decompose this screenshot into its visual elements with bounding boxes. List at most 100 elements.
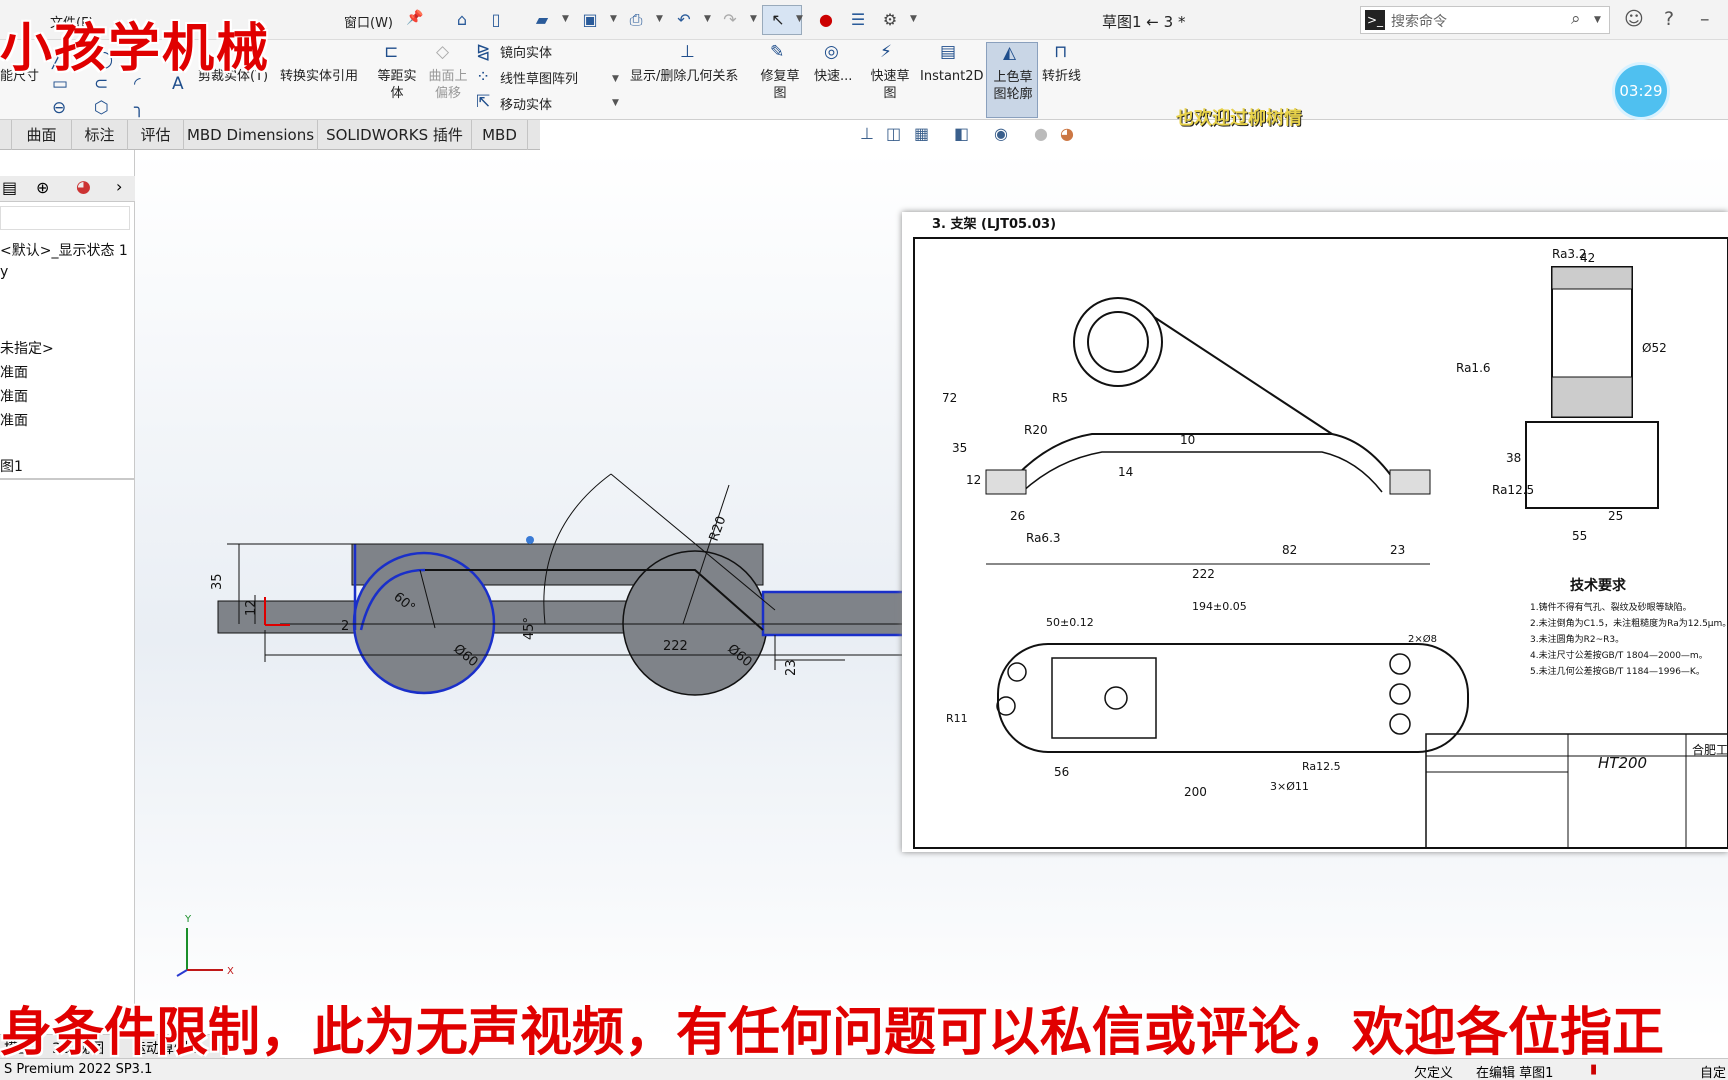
linear-pattern-icon: ⁘ — [476, 67, 491, 87]
rollback-bar[interactable] — [0, 478, 135, 480]
search-dropdown-icon[interactable]: ▼ — [1594, 15, 1601, 25]
repair-sketch-button[interactable]: 修复草图 — [756, 68, 804, 102]
svg-text:X: X — [227, 966, 234, 977]
appearance-icon[interactable]: ● — [1034, 124, 1048, 143]
open-dropdown-icon[interactable]: ▼ — [562, 14, 569, 24]
jog-line-icon: ⊓ — [1054, 42, 1068, 62]
scene-icon[interactable]: ◕ — [1060, 124, 1074, 143]
tab-evaluate[interactable]: 评估 — [128, 120, 184, 150]
fillet-icon[interactable]: ╮ — [134, 98, 144, 118]
ref-dim-35: 35 — [952, 441, 967, 455]
dim-222[interactable]: 222 — [663, 639, 688, 654]
print-icon[interactable]: ⎙ — [624, 8, 648, 32]
ref-hole-2x8: 2×Ø8 — [1408, 633, 1437, 645]
view-orientation-icon[interactable]: ⊥ — [860, 124, 874, 143]
search-input[interactable]: 搜索命令 — [1391, 11, 1447, 31]
minimize-icon[interactable]: – — [1700, 8, 1710, 30]
tab-surface[interactable]: 曲面 — [12, 120, 72, 150]
display-delete-relations-button[interactable]: 显示/删除几何关系 — [630, 68, 738, 85]
offset-on-surface-button[interactable]: 曲面上偏移 — [424, 68, 472, 102]
ref-ra16: Ra1.6 — [1456, 361, 1491, 375]
menu-window[interactable]: 窗口(W) — [344, 12, 393, 31]
options-gear-icon[interactable]: ⚙ — [878, 8, 902, 32]
ref-dim-10: 10 — [1180, 433, 1195, 447]
help-icon[interactable]: ? — [1664, 8, 1674, 30]
redo-icon[interactable]: ↷ — [718, 8, 742, 32]
ref-r5: R5 — [1052, 391, 1068, 405]
home-icon[interactable]: ⌂ — [450, 8, 474, 32]
panel-expand-icon[interactable]: › — [116, 177, 122, 196]
tab-sketch-partial[interactable] — [0, 120, 12, 150]
dim-23[interactable]: 23 — [784, 659, 799, 676]
dim-r2[interactable]: 2 — [341, 619, 349, 634]
display-style-icon[interactable]: ◧ — [954, 124, 969, 143]
tree-filter-box[interactable] — [0, 206, 130, 230]
tab-mbd[interactable]: MBD — [472, 120, 528, 150]
select-dropdown-icon[interactable]: ▼ — [796, 14, 803, 24]
quick-snaps-button[interactable]: 快速... — [814, 68, 852, 85]
rapid-sketch-button[interactable]: 快速草图 — [866, 68, 914, 102]
tree-material[interactable]: 未指定> — [0, 338, 54, 358]
section-view-icon[interactable]: ▦ — [914, 124, 929, 143]
new-document-icon[interactable]: ▯ — [484, 8, 508, 32]
polygon-icon[interactable]: ⬡ — [94, 98, 109, 118]
feature-manager-panel: ▤ ⊕ ◕ › <默认>_显示状态 1 y 未指定> 准面 准面 准面 图1 — [0, 150, 135, 1040]
instant2d-button[interactable]: Instant2D — [920, 68, 984, 85]
options-dropdown-icon[interactable]: ▼ — [910, 14, 917, 24]
search-icon[interactable]: ⌕ — [1571, 9, 1581, 29]
previous-view-icon[interactable]: ◫ — [886, 124, 901, 143]
tree-top-plane[interactable]: 准面 — [0, 386, 28, 406]
shaded-sketch-contours-button[interactable]: ◭ 上色草图轮廓 — [986, 42, 1038, 118]
offset-entities-button[interactable]: 等距实体 — [372, 68, 422, 102]
move-handle-icon[interactable] — [526, 536, 534, 544]
shaded-contours-icon: ◭ — [1003, 43, 1017, 63]
redo-dropdown-icon[interactable]: ▼ — [750, 14, 757, 24]
config-manager-icon[interactable]: ▤ — [2, 178, 17, 197]
command-search[interactable]: >_ 搜索命令 ⌕ ▼ — [1360, 6, 1610, 34]
tab-solidworks-addins[interactable]: SOLIDWORKS 插件 — [318, 120, 472, 150]
tree-history[interactable]: y — [0, 264, 8, 280]
dimxpert-icon[interactable]: ⊕ — [36, 178, 49, 197]
convert-entities-button[interactable]: 转换实体引用 — [280, 68, 358, 85]
relations-icon: ⊥ — [680, 42, 695, 62]
file-properties-icon[interactable]: ☰ — [846, 8, 870, 32]
dim-35[interactable]: 35 — [210, 573, 225, 590]
hide-show-icon[interactable]: ◉ — [994, 124, 1008, 143]
ref-tech-3: 3.未注圆角为R2~R3。 — [1530, 633, 1624, 645]
display-manager-icon[interactable]: ◕ — [76, 177, 91, 197]
pin-icon[interactable]: 📌 — [406, 10, 423, 26]
tree-sketch1[interactable]: 图1 — [0, 456, 23, 476]
save-dropdown-icon[interactable]: ▼ — [610, 14, 617, 24]
tab-mbd-dimensions[interactable]: MBD Dimensions — [184, 120, 318, 150]
linear-sketch-pattern-button[interactable]: 线性草图阵列 — [500, 71, 578, 88]
dim-12[interactable]: 12 — [244, 599, 259, 616]
tree-front-plane[interactable]: 准面 — [0, 362, 28, 382]
user-account-icon[interactable]: ☺ — [1624, 8, 1644, 30]
jog-line-button[interactable]: 转折线 — [1042, 68, 1081, 85]
mirror-icon: ⧎ — [476, 42, 491, 62]
mirror-entities-button[interactable]: 镜向实体 — [500, 45, 552, 62]
undo-dropdown-icon[interactable]: ▼ — [704, 14, 711, 24]
tree-right-plane[interactable]: 准面 — [0, 410, 28, 430]
undo-icon[interactable]: ↶ — [672, 8, 696, 32]
ref-dim-12: 12 — [966, 473, 981, 487]
ref-ra125-b: Ra12.5 — [1302, 760, 1341, 773]
print-dropdown-icon[interactable]: ▼ — [656, 14, 663, 24]
panel-tab-strip: ▤ ⊕ ◕ › — [0, 176, 135, 202]
move-dropdown-icon[interactable]: ▼ — [612, 98, 619, 108]
rebuild-icon[interactable]: ● — [814, 8, 838, 32]
open-folder-icon[interactable]: ▰ — [530, 8, 554, 32]
video-caption: 也欢迎过柳树情 — [1176, 108, 1302, 129]
tab-markup[interactable]: 标注 — [72, 120, 128, 150]
dim-45-angle[interactable]: 45° — [522, 617, 537, 640]
save-icon[interactable]: ▣ — [578, 8, 602, 32]
reference-drawing: 3. 支架 (LJT05.03) 222 82 23 26 14 10 72 3… — [902, 212, 1728, 852]
pattern-dropdown-icon[interactable]: ▼ — [612, 74, 619, 84]
move-entities-button[interactable]: 移动实体 — [500, 97, 552, 114]
tree-display-state[interactable]: <默认>_显示状态 1 — [0, 240, 128, 260]
ref-tech-5: 5.未注几何公差按GB/T 1184—1996—K。 — [1530, 665, 1705, 677]
ref-dim-42: 42 — [1580, 251, 1595, 265]
straight-slot-icon[interactable]: ⊖ — [52, 98, 66, 118]
status-units[interactable]: 自定 — [1700, 1062, 1726, 1080]
ref-r20: R20 — [1024, 423, 1048, 437]
